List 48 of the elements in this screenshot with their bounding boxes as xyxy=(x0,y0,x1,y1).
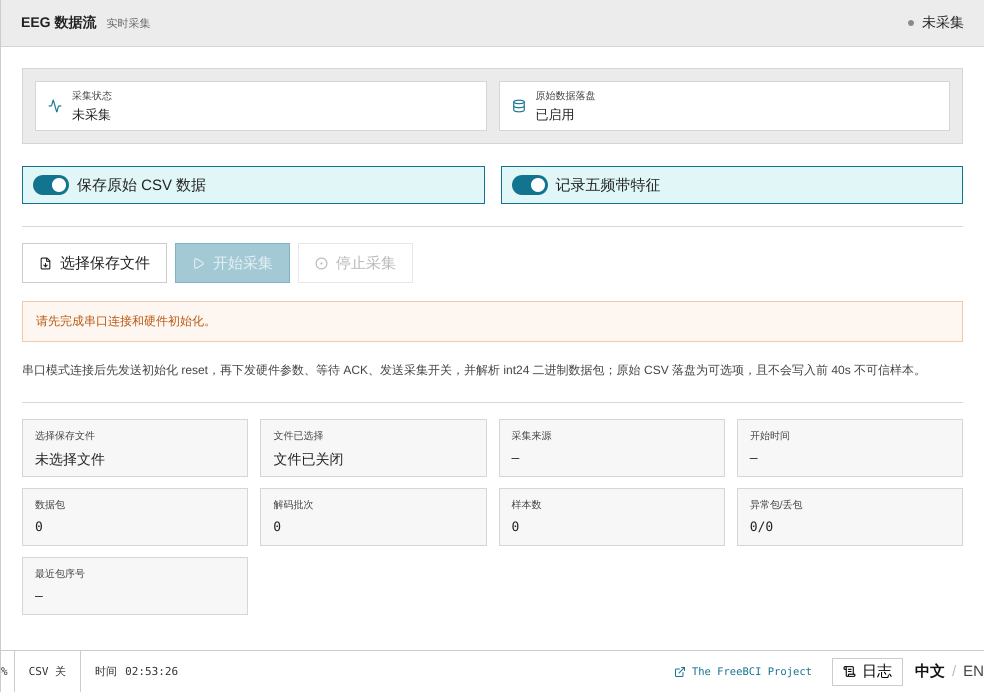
stat-value: 0 xyxy=(35,520,44,535)
stat-label: 开始时间 xyxy=(750,430,791,443)
log-button[interactable]: 日志 xyxy=(832,658,903,686)
card-label: 原始数据落盘 xyxy=(536,90,596,102)
page-title: EEG 数据流 xyxy=(21,14,96,32)
time-label: 时间 xyxy=(95,664,118,679)
external-link-icon xyxy=(674,666,686,678)
play-icon xyxy=(192,256,205,270)
language-option[interactable]: 中文 xyxy=(914,662,945,681)
stat-label: 最近包序号 xyxy=(35,568,86,581)
toggle-label: 保存原始 CSV 数据 xyxy=(77,176,206,194)
stat-value: — xyxy=(512,451,520,466)
database-icon xyxy=(512,99,526,113)
description-text: 串口模式连接后先发送初始化 reset，再下发硬件参数、等待 ACK、发送采集开关，并解析 int24 二进制数据包；原始 CSV 落盘为可选项，且不会写入前 40s 不可信样本。 xyxy=(22,362,928,379)
pulse-icon xyxy=(48,99,62,113)
stat-label: 异常包/丢包 xyxy=(750,498,804,512)
toggle-switch[interactable] xyxy=(512,175,548,195)
stat-label: 选择保存文件 xyxy=(35,430,96,443)
stat-label: 样本数 xyxy=(512,498,542,512)
card-label: 采集状态 xyxy=(72,90,112,102)
stat-value: — xyxy=(35,589,44,604)
stat-value: 0/0 xyxy=(750,520,774,535)
project-link[interactable]: The FreeBCI Project xyxy=(674,666,812,678)
toggle-label: 记录五频带特征 xyxy=(556,176,660,194)
page-subtitle: 实时采集 xyxy=(106,16,150,30)
warning-alert: 请先完成串口连接和硬件初始化。 xyxy=(22,301,963,342)
file-download-icon xyxy=(39,256,52,270)
stat-value: 文件已关闭 xyxy=(273,451,344,469)
select-file-button[interactable]: 选择保存文件 xyxy=(22,243,167,283)
stat-value: 0 xyxy=(273,520,282,535)
time-value: 02:53:26 xyxy=(125,665,178,678)
card-value: 未采集 xyxy=(72,106,112,124)
stat-label: 采集来源 xyxy=(512,430,552,443)
scroll-icon xyxy=(842,665,856,678)
language-option[interactable]: EN xyxy=(963,663,984,680)
stat-label: 解码批次 xyxy=(273,498,314,512)
language-separator: / xyxy=(952,663,956,680)
stat-value: 未选择文件 xyxy=(35,451,106,469)
toggle-switch[interactable] xyxy=(33,175,69,195)
stat-value: — xyxy=(750,451,759,466)
csv-status: CSV 关 xyxy=(28,664,66,679)
stat-value: 0 xyxy=(512,520,520,535)
status-item: % xyxy=(1,665,8,678)
stat-label: 数据包 xyxy=(35,499,66,512)
status-text: 未采集 xyxy=(922,14,964,32)
stat-label: 文件已选择 xyxy=(273,430,324,443)
stop-icon xyxy=(315,256,328,270)
card-value: 已启用 xyxy=(536,106,576,124)
